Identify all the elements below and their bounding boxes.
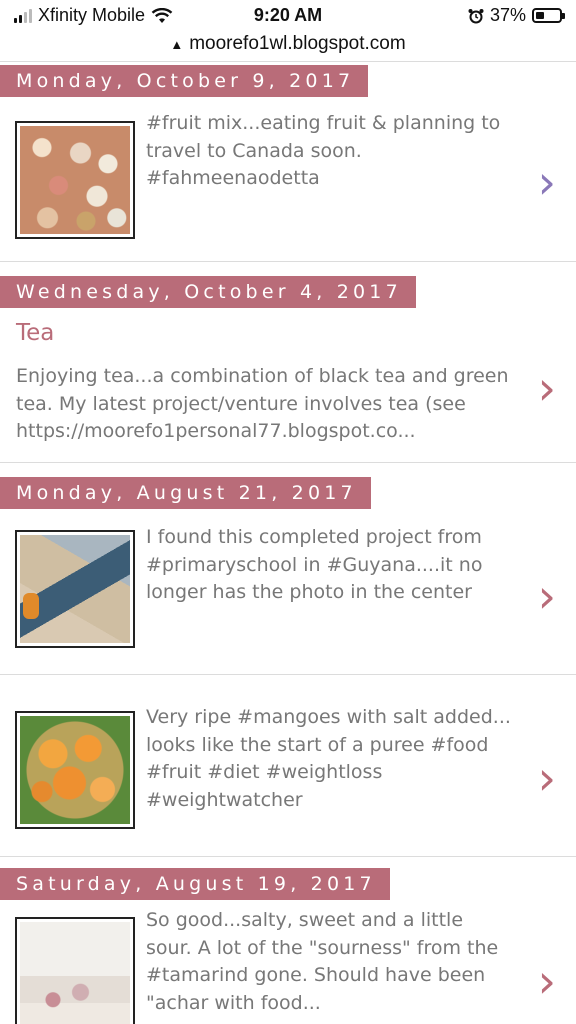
chevron-right-icon[interactable]: › xyxy=(538,958,556,1004)
status-right: 37% xyxy=(468,5,565,26)
fruit-photo xyxy=(20,126,130,234)
chevron-right-icon[interactable]: › xyxy=(538,159,556,205)
post-item[interactable]: Monday, August 21, 2017 I found this com… xyxy=(0,463,576,674)
post-snippet: Enjoying tea...a combination of black te… xyxy=(16,365,509,442)
date-header: Monday, August 21, 2017 xyxy=(0,477,371,509)
chevron-right-icon[interactable]: › xyxy=(538,573,556,619)
tamarind-photo xyxy=(20,922,130,1024)
date-header: Wednesday, October 4, 2017 xyxy=(0,276,416,308)
date-header: Monday, October 9, 2017 xyxy=(0,65,369,97)
post-thumbnail[interactable] xyxy=(15,530,135,648)
post-snippet: #fruit mix...eating fruit & planning to … xyxy=(146,112,501,189)
post-title[interactable]: Tea xyxy=(16,320,54,346)
post-thumbnail[interactable] xyxy=(15,917,135,1024)
post-item[interactable]: Wednesday, October 4, 2017 Tea Enjoying … xyxy=(0,262,576,462)
cloth-photo xyxy=(20,535,130,643)
post-item[interactable]: Saturday, August 19, 2017 So good...salt… xyxy=(0,857,576,1024)
post-snippet: Very ripe #mangoes with salt added... lo… xyxy=(146,706,511,811)
url-text: moorefo1wl.blogspot.com xyxy=(189,33,406,54)
post-thumbnail[interactable] xyxy=(15,711,135,829)
post-item[interactable]: Monday, October 9, 2017 #fruit mix...eat… xyxy=(0,62,576,261)
battery-percent: 37% xyxy=(489,5,526,25)
alarm-icon xyxy=(468,8,484,23)
post-snippet: I found this completed project from #pri… xyxy=(146,526,483,603)
post-thumbnail[interactable] xyxy=(15,121,135,239)
post-item[interactable]: Very ripe #mangoes with salt added... lo… xyxy=(0,675,576,856)
warning-icon: ▲ xyxy=(170,36,184,52)
date-header: Saturday, August 19, 2017 xyxy=(0,868,390,900)
address-bar[interactable]: ▲ moorefo1wl.blogspot.com xyxy=(0,30,576,58)
status-bar: Xfinity Mobile 9:20 AM 37% xyxy=(0,0,576,30)
chevron-right-icon[interactable]: › xyxy=(538,755,556,801)
post-snippet: So good...salty, sweet and a little sour… xyxy=(146,909,499,1014)
mango-photo xyxy=(20,716,130,824)
battery-icon xyxy=(532,8,565,23)
chevron-right-icon[interactable]: › xyxy=(538,365,556,411)
post-feed: Monday, October 9, 2017 #fruit mix...eat… xyxy=(0,61,576,1024)
